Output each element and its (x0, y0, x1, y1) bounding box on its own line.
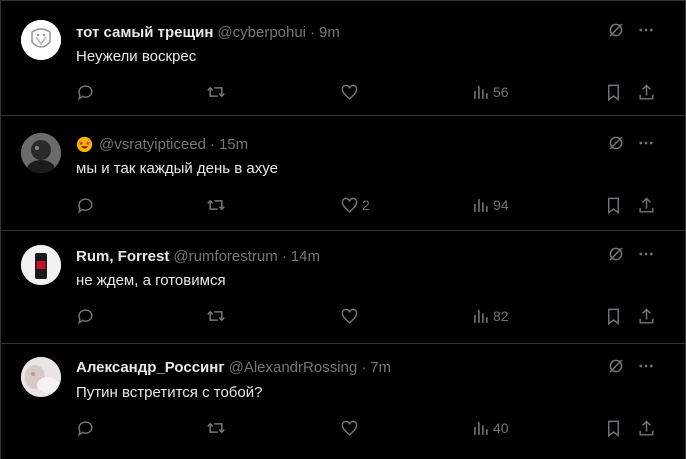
reply-button[interactable] (76, 418, 98, 438)
grok-icon[interactable] (607, 21, 625, 44)
views-count: 82 (493, 308, 509, 324)
bookmark-button[interactable] (604, 418, 623, 438)
like-button[interactable] (340, 306, 362, 326)
share-button[interactable] (637, 306, 656, 326)
more-icon[interactable] (637, 245, 655, 268)
like-icon (340, 307, 359, 326)
views-icon (471, 196, 490, 215)
bookmark-icon (604, 419, 623, 438)
avatar[interactable] (21, 133, 61, 173)
share-button[interactable] (637, 418, 656, 438)
more-icon[interactable] (637, 134, 655, 157)
grok-icon[interactable] (607, 245, 625, 268)
retweet-icon (206, 195, 226, 215)
tweet-header: Rum, Forrest @rumforestrum · 14m (76, 246, 320, 266)
timestamp[interactable]: 14m (291, 248, 320, 265)
bookmark-button[interactable] (604, 82, 623, 102)
user-handle[interactable]: @AlexandrRossing (229, 359, 358, 376)
reply-button[interactable] (76, 195, 98, 215)
bookmark-icon (604, 83, 623, 102)
like-button[interactable] (340, 82, 362, 102)
like-icon (340, 196, 359, 215)
like-button[interactable]: 2 (340, 195, 370, 215)
separator-dot: · (209, 135, 215, 153)
views-count: 94 (493, 197, 509, 213)
grok-icon[interactable] (607, 357, 625, 380)
retweet-button[interactable] (206, 195, 229, 215)
views-count: 56 (493, 84, 509, 100)
share-button[interactable] (637, 195, 656, 215)
share-button[interactable] (637, 82, 656, 102)
retweet-button[interactable] (206, 82, 229, 102)
share-icon (637, 419, 656, 438)
separator-dot: · (310, 23, 316, 41)
timeline-feed: тот самый трещин @cyberpohui · 9m Неужел… (0, 0, 686, 459)
views-button[interactable]: 94 (471, 195, 509, 215)
bookmark-icon (604, 196, 623, 215)
avatar[interactable] (21, 245, 61, 285)
reply-icon (76, 196, 95, 215)
avatar[interactable] (21, 20, 61, 60)
retweet-icon (206, 418, 226, 438)
avatar[interactable] (21, 357, 61, 397)
reply-button[interactable] (76, 82, 98, 102)
tweet[interactable]: Александр_Россинг @AlexandrRossing · 7m … (1, 343, 685, 459)
tweet-text: мы и так каждый день в ахуе (76, 160, 278, 177)
share-icon (637, 196, 656, 215)
more-icon[interactable] (637, 21, 655, 44)
display-name[interactable]: Rum, Forrest (76, 248, 169, 265)
views-icon (471, 307, 490, 326)
tweet-text: не ждем, а готовимся (76, 272, 226, 289)
separator-dot: · (361, 358, 367, 376)
retweet-icon (206, 306, 226, 326)
display-name[interactable]: тот самый трещин (76, 24, 213, 41)
views-icon (471, 419, 490, 438)
retweet-button[interactable] (206, 418, 229, 438)
tweet[interactable]: тот самый трещин @cyberpohui · 9m Неужел… (1, 0, 685, 115)
tweet-text: Путин встретится с тобой? (76, 384, 263, 401)
user-handle[interactable]: @cyberpohui (217, 24, 306, 41)
reply-button[interactable] (76, 306, 98, 326)
grok-icon[interactable] (607, 134, 625, 157)
tweet-header: @vsratyipticeed · 15m (76, 134, 248, 154)
like-count: 2 (362, 197, 370, 213)
bookmark-icon (604, 307, 623, 326)
like-icon (340, 83, 359, 102)
reply-icon (76, 307, 95, 326)
user-handle[interactable]: @rumforestrum (173, 248, 277, 265)
more-icon[interactable] (637, 357, 655, 380)
display-name[interactable]: Александр_Россинг (76, 359, 225, 376)
timestamp[interactable]: 9m (319, 24, 340, 41)
tweet-header: Александр_Россинг @AlexandrRossing · 7m (76, 357, 391, 377)
views-count: 40 (493, 420, 509, 436)
star-struck-emoji-icon (76, 136, 93, 153)
timestamp[interactable]: 15m (219, 136, 248, 153)
bookmark-button[interactable] (604, 195, 623, 215)
bookmark-button[interactable] (604, 306, 623, 326)
user-handle[interactable]: @vsratyipticeed (99, 136, 206, 153)
views-button[interactable]: 82 (471, 306, 509, 326)
views-icon (471, 83, 490, 102)
tweet-header: тот самый трещин @cyberpohui · 9m (76, 22, 340, 42)
reply-icon (76, 419, 95, 438)
like-icon (340, 419, 359, 438)
views-button[interactable]: 40 (471, 418, 509, 438)
tweet[interactable]: Rum, Forrest @rumforestrum · 14m не ждем… (1, 230, 685, 343)
timestamp[interactable]: 7m (370, 359, 391, 376)
retweet-button[interactable] (206, 306, 229, 326)
share-icon (637, 307, 656, 326)
share-icon (637, 83, 656, 102)
tweet[interactable]: @vsratyipticeed · 15m мы и так каждый де… (1, 115, 685, 230)
like-button[interactable] (340, 418, 362, 438)
reply-icon (76, 83, 95, 102)
separator-dot: · (281, 247, 287, 265)
retweet-icon (206, 82, 226, 102)
views-button[interactable]: 56 (471, 82, 509, 102)
tweet-text: Неужели воскрес (76, 48, 197, 65)
